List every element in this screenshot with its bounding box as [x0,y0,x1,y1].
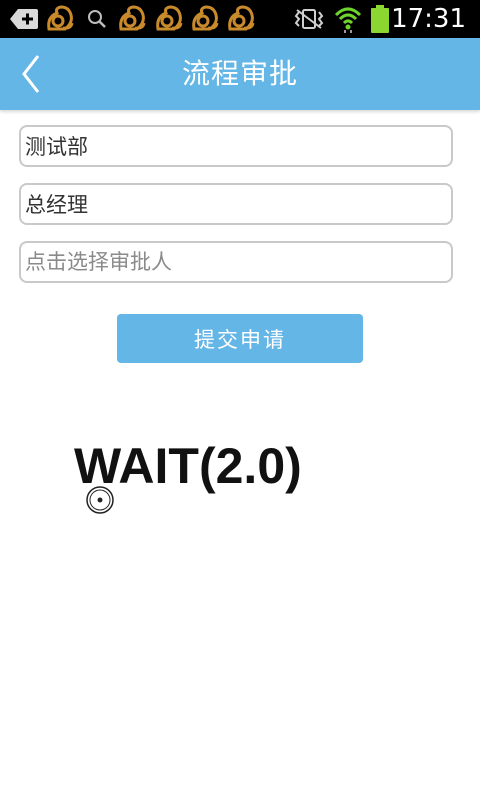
position-field[interactable] [19,183,453,225]
position-input[interactable] [21,185,451,223]
page-title: 流程审批 [181,57,298,90]
status-time: 17:31 [391,4,466,34]
add-box-icon [8,5,40,33]
touch-point-icon [85,485,115,515]
vibrate-icon [292,5,326,33]
squirrel-app-icon [44,5,76,33]
chevron-left-icon [22,55,40,93]
department-field[interactable] [19,125,453,167]
title-bar: 流程审批 [0,38,480,110]
approver-input[interactable] [21,243,451,281]
battery-icon [368,5,392,33]
squirrel-app-icon [189,5,221,33]
squirrel-app-icon [225,5,257,33]
search-icon [86,5,108,33]
submit-button[interactable]: 提交申请 [117,314,363,363]
status-bar: 17:31 [0,0,480,38]
back-button[interactable] [14,52,54,96]
approver-field[interactable] [19,241,453,283]
wifi-icon [333,5,363,33]
department-input[interactable] [21,127,451,165]
squirrel-app-icon [116,5,148,33]
squirrel-app-icon [153,5,185,33]
